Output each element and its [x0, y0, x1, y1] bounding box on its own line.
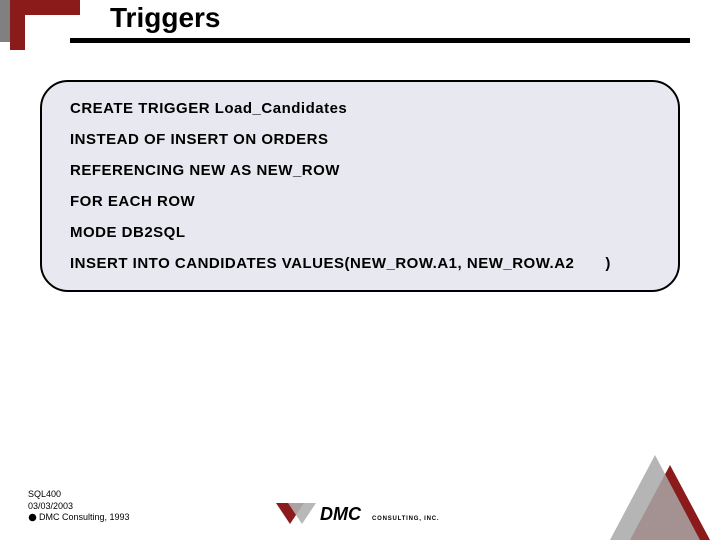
slide-header: Triggers	[0, 0, 720, 50]
header-decoration-icon	[0, 0, 80, 50]
code-line: MODE DB2SQL	[70, 224, 650, 241]
footer-info: SQL400 03/03/2003 DMC Consulting, 1993	[28, 489, 130, 524]
dmc-logo: DMC CONSULTING, INC.	[276, 500, 456, 528]
code-line: INSTEAD OF INSERT ON ORDERS	[70, 131, 650, 148]
page-title: Triggers	[110, 2, 220, 34]
logo-suffix: CONSULTING, INC.	[372, 516, 439, 522]
header-rule	[70, 38, 690, 43]
code-line: CREATE TRIGGER Load_Candidates	[70, 100, 650, 117]
logo-brand: DMC	[320, 504, 362, 524]
footer-copyright: DMC Consulting, 1993	[28, 512, 130, 524]
footer-date: 03/03/2003	[28, 501, 130, 513]
footer-product: SQL400	[28, 489, 130, 501]
code-panel: CREATE TRIGGER Load_Candidates INSTEAD O…	[40, 80, 680, 292]
corner-decoration-icon	[610, 445, 720, 540]
code-line: FOR EACH ROW	[70, 193, 650, 210]
copyright-icon	[28, 513, 37, 522]
code-line: INSERT INTO CANDIDATES VALUES(NEW_ROW.A1…	[70, 255, 650, 272]
code-line: REFERENCING NEW AS NEW_ROW	[70, 162, 650, 179]
